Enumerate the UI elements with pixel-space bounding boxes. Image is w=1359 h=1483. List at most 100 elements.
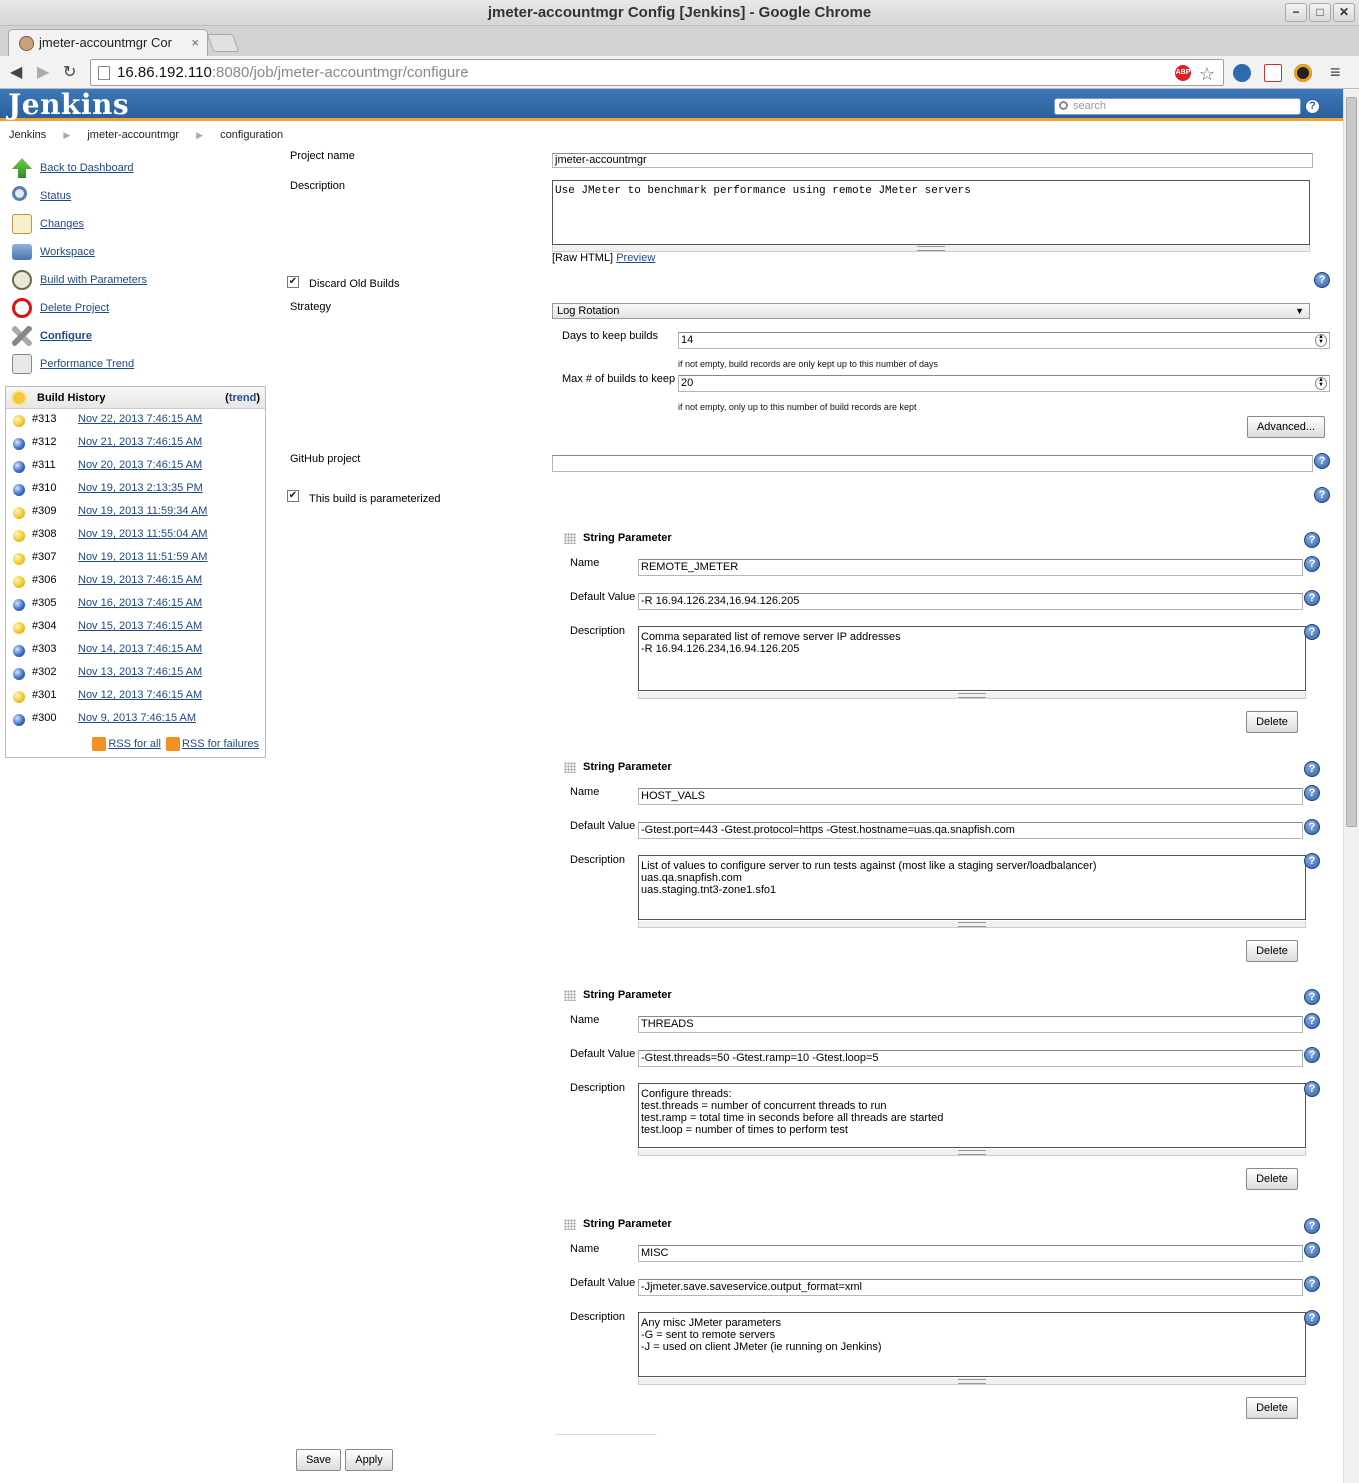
build-date-link[interactable]: Nov 9, 2013 7:46:15 AM (78, 712, 196, 724)
task-delete-project[interactable]: Delete Project (10, 295, 270, 323)
chrome-menu-icon[interactable]: ≡ (1330, 62, 1341, 83)
param-description-textarea[interactable]: Comma separated list of remove server IP… (638, 626, 1306, 691)
help-icon[interactable]: ? (1304, 853, 1320, 869)
task-label[interactable]: Status (40, 190, 71, 202)
param-default-input[interactable]: -Gtest.threads=50 -Gtest.ramp=10 -Gtest.… (638, 1050, 1303, 1067)
page-scrollbar[interactable] (1343, 89, 1359, 1483)
forward-icon[interactable]: ▶ (37, 62, 49, 82)
help-icon[interactable]: ? (1314, 272, 1330, 288)
help-icon[interactable]: ? (1304, 1242, 1320, 1258)
globe-extension-icon[interactable] (1233, 64, 1251, 82)
rss-all-link[interactable]: RSS for all (108, 738, 161, 750)
help-icon[interactable]: ? (1304, 761, 1320, 777)
help-icon[interactable]: ? (1304, 590, 1320, 606)
help-icon[interactable]: ? (1304, 1047, 1320, 1063)
save-button[interactable]: Save (296, 1449, 341, 1471)
spinner-icon[interactable]: ▲ ▼ (1315, 334, 1327, 347)
bookmark-star-icon[interactable]: ☆ (1199, 62, 1215, 87)
breadcrumb-job[interactable]: jmeter-accountmgr (87, 129, 179, 141)
parameterized-checkbox[interactable]: ✔ (287, 490, 299, 502)
help-icon[interactable]: ? (1304, 819, 1320, 835)
param-name-input[interactable]: THREADS (638, 1016, 1303, 1033)
help-icon[interactable]: ? (1314, 453, 1330, 469)
breadcrumb-configuration[interactable]: configuration (220, 129, 283, 141)
task-build-with-parameters[interactable]: Build with Parameters (10, 267, 270, 295)
param-default-input[interactable]: -R 16.94.126.234,16.94.126.205 (638, 593, 1303, 610)
header-help-icon[interactable]: ? (1305, 99, 1320, 114)
description-textarea[interactable]: Use JMeter to benchmark performance usin… (552, 180, 1310, 245)
task-label[interactable]: Delete Project (40, 302, 109, 314)
task-label[interactable]: Back to Dashboard (40, 162, 134, 174)
build-date-link[interactable]: Nov 13, 2013 7:46:15 AM (78, 666, 202, 678)
apply-button[interactable]: Apply (345, 1449, 393, 1471)
code-extension-icon[interactable] (1264, 64, 1282, 82)
task-changes[interactable]: Changes (10, 211, 270, 239)
help-icon[interactable]: ? (1304, 785, 1320, 801)
delete-parameter-button[interactable]: Delete (1246, 1397, 1298, 1419)
jenkins-logo[interactable]: Jenkins (8, 89, 129, 121)
task-back-to-dashboard[interactable]: Back to Dashboard (10, 155, 270, 183)
delete-parameter-button[interactable]: Delete (1246, 1168, 1298, 1190)
task-performance-trend[interactable]: Performance Trend (10, 351, 270, 379)
task-label[interactable]: Performance Trend (40, 358, 134, 370)
task-label[interactable]: Changes (40, 218, 84, 230)
resize-grip[interactable] (638, 692, 1306, 699)
resize-grip[interactable] (638, 1378, 1306, 1385)
project-name-input[interactable]: jmeter-accountmgr (552, 153, 1313, 168)
strategy-select[interactable]: Log Rotation ▼ (552, 303, 1310, 319)
task-label[interactable]: Workspace (40, 246, 95, 258)
build-date-link[interactable]: Nov 21, 2013 7:46:15 AM (78, 436, 202, 448)
help-icon[interactable]: ? (1304, 624, 1320, 640)
preview-link[interactable]: Preview (616, 252, 655, 264)
address-bar[interactable]: 16.86.192.110:8080/job/jmeter-accountmgr… (90, 59, 1224, 86)
search-input[interactable]: search (1054, 98, 1301, 115)
build-date-link[interactable]: Nov 19, 2013 11:55:04 AM (78, 528, 207, 540)
build-date-link[interactable]: Nov 19, 2013 2:13:35 PM (78, 482, 203, 494)
close-window-icon[interactable]: ✕ (1333, 3, 1355, 22)
spinner-icon[interactable]: ▲ ▼ (1315, 377, 1327, 390)
max-builds-input[interactable]: 20 ▲ ▼ (678, 375, 1330, 392)
help-icon[interactable]: ? (1304, 989, 1320, 1005)
param-name-input[interactable]: REMOTE_JMETER (638, 559, 1303, 576)
help-icon[interactable]: ? (1304, 556, 1320, 572)
param-description-textarea[interactable]: List of values to configure server to ru… (638, 855, 1306, 920)
drag-handle-icon[interactable] (564, 990, 576, 1001)
help-icon[interactable]: ? (1304, 1013, 1320, 1029)
help-icon[interactable]: ? (1304, 1218, 1320, 1234)
build-date-link[interactable]: Nov 20, 2013 7:46:15 AM (78, 459, 202, 471)
breadcrumb-jenkins[interactable]: Jenkins (9, 129, 46, 141)
param-default-input[interactable]: -Jjmeter.save.saveservice.output_format=… (638, 1279, 1303, 1296)
help-icon[interactable]: ? (1304, 1081, 1320, 1097)
help-icon[interactable]: ? (1304, 1310, 1320, 1326)
reload-icon[interactable]: ↻ (63, 62, 76, 82)
days-to-keep-input[interactable]: 14 ▲ ▼ (678, 332, 1330, 349)
help-icon[interactable]: ? (1304, 532, 1320, 548)
build-date-link[interactable]: Nov 15, 2013 7:46:15 AM (78, 620, 202, 632)
help-icon[interactable]: ? (1314, 487, 1330, 503)
rss-failures-link[interactable]: RSS for failures (182, 738, 259, 750)
build-date-link[interactable]: Nov 19, 2013 7:46:15 AM (78, 574, 202, 586)
build-date-link[interactable]: Nov 16, 2013 7:46:15 AM (78, 597, 202, 609)
task-configure[interactable]: Configure (10, 323, 270, 351)
param-name-input[interactable]: HOST_VALS (638, 788, 1303, 805)
resize-grip[interactable] (552, 245, 1310, 252)
drag-handle-icon[interactable] (564, 533, 576, 544)
build-date-link[interactable]: Nov 19, 2013 11:51:59 AM (78, 551, 207, 563)
delete-parameter-button[interactable]: Delete (1246, 940, 1298, 962)
task-workspace[interactable]: Workspace (10, 239, 270, 267)
param-default-input[interactable]: -Gtest.port=443 -Gtest.protocol=https -G… (638, 822, 1303, 839)
browser-tab[interactable]: jmeter-accountmgr Cor × (8, 29, 208, 56)
advanced-button[interactable]: Advanced... (1247, 416, 1325, 438)
resize-grip[interactable] (638, 921, 1306, 928)
build-date-link[interactable]: Nov 22, 2013 7:46:15 AM (78, 413, 202, 425)
tab-close-icon[interactable]: × (191, 30, 199, 56)
help-icon[interactable]: ? (1304, 1276, 1320, 1292)
param-description-textarea[interactable]: Any misc JMeter parameters -G = sent to … (638, 1312, 1306, 1377)
build-date-link[interactable]: Nov 14, 2013 7:46:15 AM (78, 643, 202, 655)
back-icon[interactable]: ◀ (10, 62, 22, 82)
param-description-textarea[interactable]: Configure threads: test.threads = number… (638, 1083, 1306, 1148)
discard-old-builds-checkbox[interactable]: ✔ (287, 276, 299, 288)
new-tab-button[interactable] (206, 34, 240, 52)
scrollbar-thumb[interactable] (1346, 97, 1357, 827)
param-name-input[interactable]: MISC (638, 1245, 1303, 1262)
